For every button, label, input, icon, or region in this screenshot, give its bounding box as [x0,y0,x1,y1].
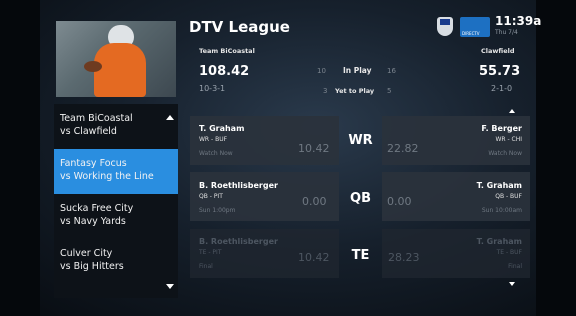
player-position: TE - BUF [496,249,522,256]
left-team-record: 10-3-1 [199,84,226,93]
left-in-play-count: 10 [317,67,326,75]
matchup-item-sucka-free-city[interactable]: Sucka Free City vs Navy Yards [54,194,178,239]
yet-to-play-label: Yet to Play [335,87,375,95]
player-name: B. Roethlisberger [199,181,278,190]
player-position: WR - CHI [495,136,522,143]
player-name: B. Roethlisberger [199,237,278,246]
matchup-list: Team BiCoastal vs Clawfield Fantasy Focu… [54,104,178,298]
player-hero-image [56,21,176,97]
matchup-item-subtitle: vs Working the Line [60,171,154,182]
clock-date: Thu 7/4 [495,29,518,36]
player-card-right-qb[interactable]: 0.00 T. Graham QB - BUF Sun 10:00am [382,172,530,221]
player-points: 0.00 [302,195,327,208]
player-status[interactable]: Watch Now [488,150,522,157]
matchup-item-subtitle: vs Big Hitters [60,261,124,272]
player-name: F. Berger [481,124,522,133]
directv-logo-icon: DIRECTV [460,17,490,37]
player-points: 22.82 [387,142,419,155]
directv-logo-label: DIRECTV [462,31,480,36]
clock-time: 11:39a [495,14,542,28]
matchup-item-culver-city[interactable]: Culver City vs Big Hitters [54,239,178,284]
football-icon [84,61,102,72]
position-label-te: TE [351,248,370,263]
player-points: 28.23 [388,251,420,264]
matchup-item-fantasy-focus[interactable]: Fantasy Focus vs Working the Line [54,149,178,194]
player-status[interactable]: Watch Now [199,150,233,157]
right-team-score: 55.73 [479,64,521,79]
player-card-right-te[interactable]: 28.23 T. Graham TE - BUF Final [382,229,530,278]
player-points: 0.00 [387,195,412,208]
player-name: T. Graham [476,181,522,190]
player-points: 10.42 [298,251,330,264]
player-name: T. Graham [476,237,522,246]
nfl-logo-icon [437,17,453,36]
player-card-left-qb[interactable]: B. Roethlisberger QB - PIT Sun 1:00pm 0.… [190,172,339,221]
lineup-scroll-down-icon[interactable] [509,282,515,286]
player-status: Final [199,263,213,270]
player-card-right-wr[interactable]: 22.82 F. Berger WR - CHI Watch Now [382,116,530,165]
right-team-record: 2-1-0 [491,84,513,93]
player-status: Sun 10:00am [481,207,522,214]
player-status: Sun 1:00pm [199,207,236,214]
player-position: WR - BUF [199,136,228,143]
left-team-score: 108.42 [199,64,250,79]
player-position: QB - BUF [495,193,522,200]
player-card-left-te[interactable]: B. Roethlisberger TE - PIT Final 10.42 [190,229,339,278]
player-position: TE - PIT [199,249,222,256]
player-position: QB - PIT [199,193,223,200]
left-yet-to-play-count: 3 [323,87,328,95]
lineup-scroll-up-icon[interactable] [509,109,515,113]
position-label-qb: QB [350,191,371,206]
right-in-play-count: 16 [387,67,396,75]
matchup-item-title: Fantasy Focus [60,158,127,169]
player-points: 10.42 [298,142,330,155]
matchup-item-subtitle: vs Navy Yards [60,216,126,227]
scroll-up-icon[interactable] [166,115,174,120]
position-label-wr: WR [348,133,373,148]
right-team-name: Clawfield [481,47,515,55]
left-border [0,0,40,316]
matchup-item-title: Team BiCoastal [60,113,133,124]
scroll-down-icon[interactable] [166,284,174,289]
player-status: Final [508,263,522,270]
player-jersey [94,43,146,97]
right-border [536,0,576,316]
player-card-left-wr[interactable]: T. Graham WR - BUF Watch Now 10.42 [190,116,339,165]
player-name: T. Graham [199,124,245,133]
right-yet-to-play-count: 5 [387,87,392,95]
league-title: DTV League [189,18,290,36]
in-play-label: In Play [343,66,372,75]
left-team-name: Team BiCoastal [199,47,255,55]
matchup-item-subtitle: vs Clawfield [60,126,117,137]
matchup-item-title: Culver City [60,248,113,259]
matchup-item-team-bicoastal[interactable]: Team BiCoastal vs Clawfield [54,104,178,149]
matchup-item-title: Sucka Free City [60,203,134,214]
